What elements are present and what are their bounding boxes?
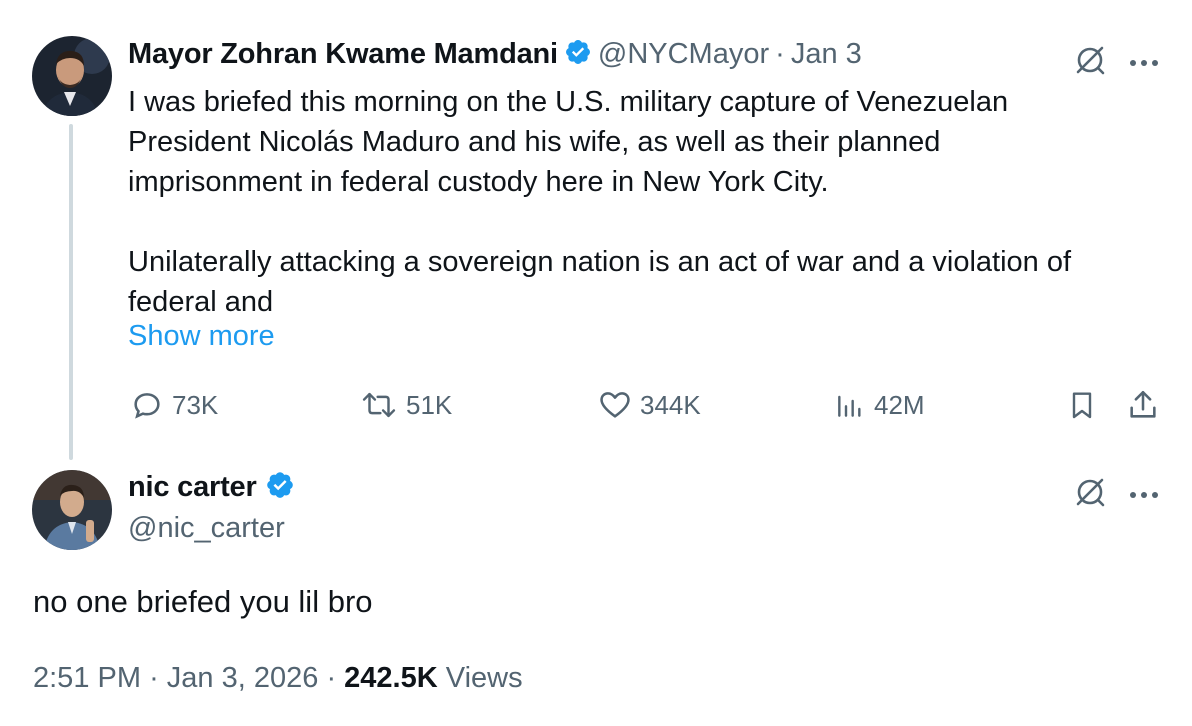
tweet1-text: I was briefed this morning on the U.S. m… [128, 82, 1158, 322]
views-count: 42M [874, 389, 925, 420]
reply-button[interactable]: 73K [130, 388, 218, 422]
views-button[interactable]: 42M [834, 388, 925, 422]
avatar-nic-carter[interactable] [32, 470, 112, 550]
like-button[interactable]: 344K [598, 388, 701, 422]
author-name[interactable]: Mayor Zohran Kwame Mamdani [128, 38, 558, 71]
more-icon[interactable] [1128, 55, 1160, 73]
reply-icon [130, 388, 164, 422]
share-icon [1126, 388, 1160, 422]
repost-count: 51K [406, 389, 453, 420]
tweet1-actions: 73K 51K 344K 42M [0, 384, 1192, 428]
tweet1-line: I was briefed this morning on the U.S. m… [128, 86, 1009, 118]
repost-button[interactable]: 51K [360, 388, 452, 422]
reply-count: 73K [172, 389, 219, 420]
grok-icon[interactable] [1072, 42, 1108, 83]
views-icon [834, 388, 866, 422]
tweet-date[interactable]: Jan 3 [791, 38, 862, 71]
author-handle[interactable]: @NYCMayor [598, 38, 769, 71]
tweet1-line: imprisonment in federal custody here in … [128, 166, 829, 198]
separator-dot: · [775, 38, 785, 70]
author-handle[interactable]: @nic_carter [128, 512, 285, 545]
bookmark-icon [1066, 388, 1098, 422]
grok-icon[interactable] [1072, 474, 1108, 515]
tweet2-text: no one briefed you lil bro [33, 584, 373, 619]
author-name[interactable]: nic carter [128, 471, 257, 504]
more-icon[interactable] [1128, 487, 1160, 505]
tweet1-header: Mayor Zohran Kwame Mamdani @NYCMayor · J… [128, 38, 862, 71]
tweet1-line: federal and [128, 286, 274, 318]
like-icon [598, 388, 632, 422]
bookmark-button[interactable] [1066, 388, 1098, 422]
views-count: 242.5K [344, 662, 438, 694]
tweet-time[interactable]: 2:51 PM [33, 662, 141, 694]
tweet2-header: nic carter [128, 470, 295, 505]
show-more-link[interactable]: Show more [128, 320, 275, 353]
views-label: Views [445, 662, 523, 694]
verified-badge-icon[interactable] [265, 470, 295, 505]
tweet-date[interactable]: Jan 3, 2026 [167, 662, 319, 694]
avatar-mamdani[interactable] [32, 36, 112, 116]
verified-badge-icon[interactable] [564, 38, 592, 71]
repost-icon [360, 388, 398, 422]
tweet2-meta: 2:51 PM · Jan 3, 2026 · 242.5K Views [33, 662, 523, 695]
like-count: 344K [640, 389, 701, 420]
share-button[interactable] [1126, 388, 1160, 422]
tweet1-line: Unilaterally attacking a sovereign natio… [128, 246, 1072, 278]
separator-dot: · [326, 662, 337, 694]
separator-dot: · [149, 662, 159, 694]
tweet1-line: President Nicolás Maduro and his wife, a… [128, 126, 941, 158]
